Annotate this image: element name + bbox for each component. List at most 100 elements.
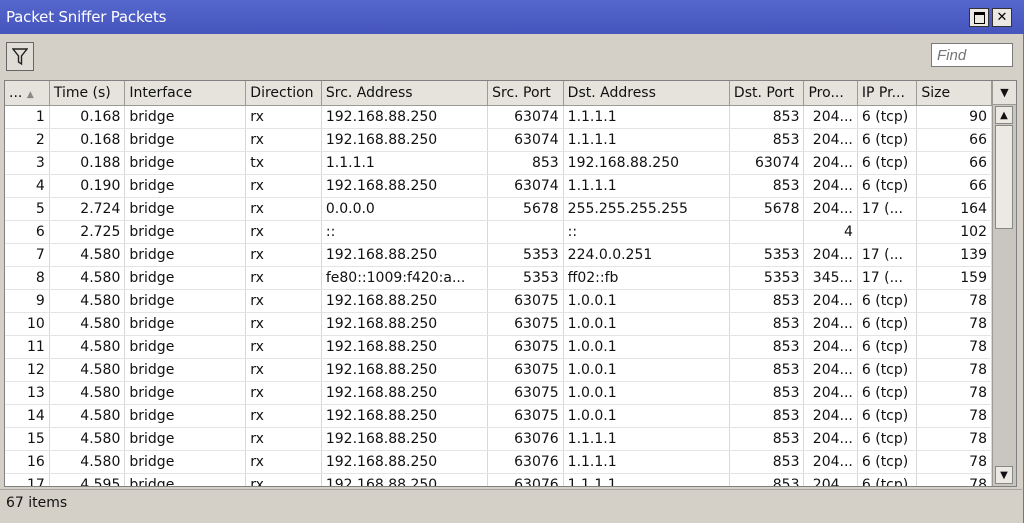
- cell-size: 90: [916, 105, 992, 129]
- cell-direction: rx: [245, 427, 322, 451]
- cell-interface: bridge: [124, 128, 247, 152]
- table-row[interactable]: 14 4.580 bridge rx 192.168.88.250 63075 1.0.0.…: [5, 404, 992, 428]
- column-header-direction[interactable]: Direction: [245, 81, 322, 106]
- table-row[interactable]: 3 0.188 bridge tx 1.1.1.1 853 192.168.88.250 63…: [5, 151, 992, 175]
- toolbar: [0, 34, 1022, 78]
- column-header-interface[interactable]: Interface: [124, 81, 247, 106]
- item-count: 67 items: [6, 495, 68, 511]
- cell-interface: bridge: [124, 105, 247, 129]
- cell-time: 2.724: [49, 197, 126, 221]
- table-row[interactable]: 5 2.724 bridge rx 0.0.0.0 5678 255.255.255.255…: [5, 197, 992, 221]
- cell-protocol: 204...: [803, 197, 858, 221]
- cell-interface: bridge: [124, 266, 247, 290]
- close-button[interactable]: ✕: [992, 8, 1012, 27]
- cell-src-port: 5353: [487, 266, 564, 290]
- table-row[interactable]: 16 4.580 bridge rx 192.168.88.250 63076 1.1.1.…: [5, 450, 992, 474]
- cell-dst-port: 853: [729, 404, 805, 428]
- cell-protocol: 204...: [803, 105, 858, 129]
- vertical-scrollbar[interactable]: ▲ ▼: [992, 105, 1016, 486]
- column-header-src-address[interactable]: Src. Address: [321, 81, 489, 106]
- cell-src-address: 192.168.88.250: [321, 312, 489, 336]
- scroll-down-button[interactable]: ▼: [995, 466, 1013, 484]
- cell-src-address: fe80::1009:f420:a...: [321, 266, 489, 290]
- filter-button[interactable]: [6, 42, 34, 71]
- cell-interface: bridge: [124, 197, 247, 221]
- cell-src-port: 63075: [487, 335, 564, 359]
- cell-direction: rx: [245, 174, 322, 198]
- restore-button[interactable]: [969, 8, 989, 27]
- cell-interface: bridge: [124, 358, 247, 382]
- cell-number: 3: [5, 151, 50, 175]
- cell-interface: bridge: [124, 151, 247, 175]
- table-row[interactable]: 10 4.580 bridge rx 192.168.88.250 63075 1.0.0.…: [5, 312, 992, 336]
- cell-dst-address: 1.1.1.1: [563, 450, 730, 474]
- table-row[interactable]: 6 2.725 bridge rx:::: 4 102: [5, 220, 992, 244]
- cell-dst-port: 63074: [729, 151, 805, 175]
- column-header-src-port[interactable]: Src. Port: [487, 81, 564, 106]
- cell-src-port: 63074: [487, 128, 564, 152]
- chevron-down-icon: ▼: [1000, 86, 1009, 99]
- cell-ip-protocol: 17 (...: [857, 266, 918, 290]
- cell-number: 9: [5, 289, 50, 313]
- title-bar[interactable]: Packet Sniffer Packets ✕: [0, 0, 1024, 34]
- cell-time: 4.595: [49, 473, 126, 486]
- table-row[interactable]: 11 4.580 bridge rx 192.168.88.250 63075 1.0.0.…: [5, 335, 992, 359]
- cell-size: 159: [916, 266, 992, 290]
- cell-src-address: 192.168.88.250: [321, 128, 489, 152]
- column-header-dst-port[interactable]: Dst. Port: [729, 81, 805, 106]
- cell-ip-protocol: 6 (tcp): [857, 473, 918, 486]
- cell-time: 2.725: [49, 220, 126, 244]
- table-row[interactable]: 15 4.580 bridge rx 192.168.88.250 63076 1.1.1.…: [5, 427, 992, 451]
- table-row[interactable]: 9 4.580 bridge rx 192.168.88.250 63075 1.0.0.1…: [5, 289, 992, 313]
- cell-src-port: 63076: [487, 473, 564, 486]
- cell-dst-address: 1.0.0.1: [563, 312, 730, 336]
- table-row[interactable]: 8 4.580 bridge rx fe80::1009:f420:a... 5353 ff…: [5, 266, 992, 290]
- cell-protocol: 204...: [803, 335, 858, 359]
- cell-protocol: 204...: [803, 427, 858, 451]
- table-row[interactable]: 1 0.168 bridge rx 192.168.88.250 63074 1.1.1.1…: [5, 105, 992, 129]
- cell-src-address: 192.168.88.250: [321, 243, 489, 267]
- cell-src-address: 1.1.1.1: [321, 151, 489, 175]
- cell-time: 0.190: [49, 174, 126, 198]
- column-header-number[interactable]: ... ▲: [5, 81, 50, 106]
- cell-number: 15: [5, 427, 50, 451]
- cell-time: 4.580: [49, 312, 126, 336]
- scroll-up-button[interactable]: ▲: [995, 106, 1013, 124]
- cell-direction: rx: [245, 266, 322, 290]
- cell-dst-port: 853: [729, 105, 805, 129]
- sort-ascending-icon: ▲: [26, 90, 34, 100]
- cell-dst-port: 853: [729, 289, 805, 313]
- cell-protocol: 204...: [803, 151, 858, 175]
- cell-src-address: 0.0.0.0: [321, 197, 489, 221]
- table-row[interactable]: 17 4.595 bridge rx 192.168.88.250 63076 1.1.1.…: [5, 473, 992, 486]
- table-row[interactable]: 7 4.580 bridge rx 192.168.88.250 5353 224.0.0.…: [5, 243, 992, 267]
- scrollbar-thumb[interactable]: [995, 125, 1013, 229]
- column-header-ip-protocol[interactable]: IP Pr...: [857, 81, 918, 106]
- column-menu-button[interactable]: ▼: [992, 81, 1016, 105]
- funnel-icon: [12, 47, 28, 65]
- cell-time: 0.188: [49, 151, 126, 175]
- cell-direction: rx: [245, 128, 322, 152]
- arrow-down-icon: ▼: [1000, 469, 1008, 481]
- column-header-size[interactable]: Size: [916, 81, 992, 106]
- cell-dst-address: 1.0.0.1: [563, 289, 730, 313]
- cell-ip-protocol: 6 (tcp): [857, 151, 918, 175]
- table-row[interactable]: 13 4.580 bridge rx 192.168.88.250 63075 1.0.0.…: [5, 381, 992, 405]
- find-input[interactable]: [931, 43, 1013, 67]
- table-row[interactable]: 12 4.580 bridge rx 192.168.88.250 63075 1.0.0.…: [5, 358, 992, 382]
- column-header-dst-address[interactable]: Dst. Address: [563, 81, 730, 106]
- table-row[interactable]: 2 0.168 bridge rx 192.168.88.250 63074 1.1.1.1…: [5, 128, 992, 152]
- cell-size: 78: [916, 335, 992, 359]
- cell-protocol: 204...: [803, 312, 858, 336]
- table-row[interactable]: 4 0.190 bridge rx 192.168.88.250 63074 1.1.1.1…: [5, 174, 992, 198]
- column-header-protocol[interactable]: Pro...: [803, 81, 858, 106]
- cell-time: 4.580: [49, 381, 126, 405]
- cell-number: 2: [5, 128, 50, 152]
- column-header-time[interactable]: Time (s): [49, 81, 126, 106]
- cell-number: 12: [5, 358, 50, 382]
- cell-src-address: 192.168.88.250: [321, 450, 489, 474]
- cell-dst-port: 853: [729, 335, 805, 359]
- cell-size: 78: [916, 312, 992, 336]
- cell-src-address: 192.168.88.250: [321, 174, 489, 198]
- cell-direction: tx: [245, 151, 322, 175]
